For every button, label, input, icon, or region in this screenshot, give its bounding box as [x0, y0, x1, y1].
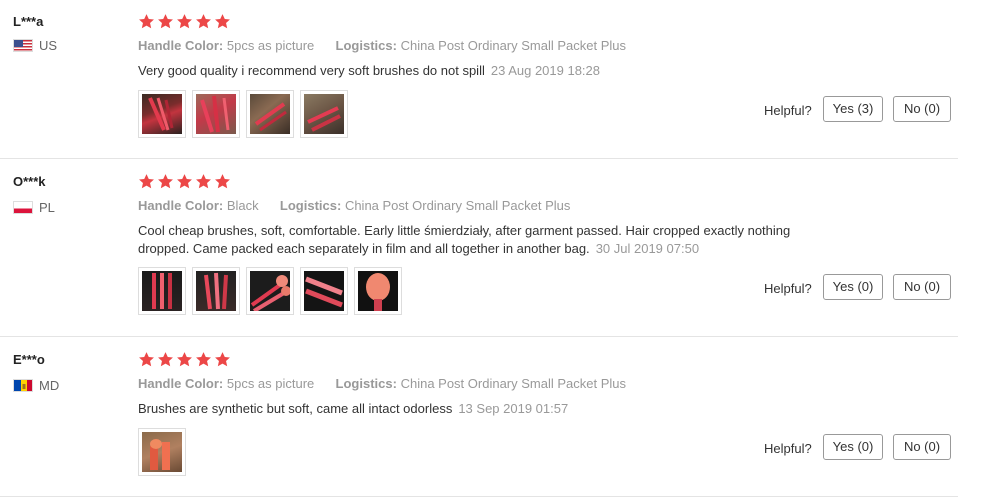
logistics-label: Logistics: [335, 38, 397, 53]
star-icon [177, 14, 192, 29]
review-photo[interactable] [300, 267, 348, 315]
star-icon [215, 14, 230, 29]
star-icon [196, 174, 211, 189]
handle-color-value: Black [226, 198, 259, 213]
star-rating [138, 13, 231, 30]
review-text: Very good quality i recommend very soft … [138, 62, 838, 80]
reviewer-country: US [13, 38, 57, 53]
review-photo[interactable] [300, 90, 348, 138]
md-flag-icon [13, 379, 33, 392]
order-attributes: Handle Color: Black Logistics: China Pos… [138, 198, 570, 213]
star-icon [177, 352, 192, 367]
handle-color-value: 5pcs as picture [226, 376, 315, 391]
country-code: PL [39, 200, 55, 215]
review-photo[interactable] [192, 90, 240, 138]
reviewer-name: E***o [13, 352, 45, 367]
review-date: 23 Aug 2019 18:28 [490, 63, 601, 78]
star-rating [138, 351, 231, 368]
review-photo[interactable] [246, 90, 294, 138]
helpful-label: Helpful? [764, 441, 812, 456]
logistics-value: China Post Ordinary Small Packet Plus [344, 198, 571, 213]
logistics-label: Logistics: [335, 376, 397, 391]
star-icon [215, 174, 230, 189]
star-rating [138, 173, 231, 190]
review-date: 30 Jul 2019 07:50 [595, 241, 700, 256]
photo-list [138, 428, 186, 476]
reviewer-name: O***k [13, 174, 46, 189]
review-photo[interactable] [246, 267, 294, 315]
star-icon [158, 174, 173, 189]
helpful-no-button[interactable]: No (0) [893, 274, 951, 300]
review-body: Very good quality i recommend very soft … [138, 63, 485, 78]
review-divider [0, 336, 958, 337]
star-icon [215, 352, 230, 367]
star-icon [139, 174, 154, 189]
review-photo[interactable] [138, 90, 186, 138]
helpful-no-button[interactable]: No (0) [893, 96, 951, 122]
star-icon [158, 352, 173, 367]
reviewer-name: L***a [13, 14, 44, 29]
photo-list [138, 90, 348, 138]
helpful-yes-button[interactable]: Yes (0) [823, 274, 883, 300]
logistics-value: China Post Ordinary Small Packet Plus [400, 38, 627, 53]
review-divider [0, 158, 958, 159]
star-icon [196, 14, 211, 29]
star-icon [177, 174, 192, 189]
helpful-label: Helpful? [764, 281, 812, 296]
helpful-yes-button[interactable]: Yes (0) [823, 434, 883, 460]
star-icon [196, 352, 211, 367]
order-attributes: Handle Color: 5pcs as picture Logistics:… [138, 38, 626, 53]
country-code: MD [39, 378, 60, 393]
handle-color-label: Handle Color: [138, 376, 224, 391]
star-icon [158, 14, 173, 29]
logistics-value: China Post Ordinary Small Packet Plus [400, 376, 627, 391]
order-attributes: Handle Color: 5pcs as picture Logistics:… [138, 376, 626, 391]
pl-flag-icon [13, 201, 33, 214]
review-date: 13 Sep 2019 01:57 [458, 401, 569, 416]
helpful-label: Helpful? [764, 103, 812, 118]
review-text: Cool cheap brushes, soft, comfortable. E… [138, 222, 838, 258]
reviewer-country: MD [13, 378, 59, 393]
handle-color-label: Handle Color: [138, 38, 224, 53]
review-photo[interactable] [138, 267, 186, 315]
review-body: Brushes are synthetic but soft, came all… [138, 401, 453, 416]
country-code: US [39, 38, 58, 53]
photo-list [138, 267, 402, 315]
review-photo[interactable] [192, 267, 240, 315]
review-photo[interactable] [354, 267, 402, 315]
logistics-label: Logistics: [279, 198, 342, 213]
reviewer-country: PL [13, 200, 55, 215]
helpful-yes-button[interactable]: Yes (3) [823, 96, 883, 122]
helpful-no-button[interactable]: No (0) [893, 434, 951, 460]
handle-color-label: Handle Color: [138, 198, 224, 213]
review-photo[interactable] [138, 428, 186, 476]
review-divider [0, 496, 958, 497]
us-flag-icon [13, 39, 33, 52]
star-icon [139, 352, 154, 367]
handle-color-value: 5pcs as picture [226, 38, 315, 53]
review-text: Brushes are synthetic but soft, came all… [138, 400, 838, 418]
star-icon [139, 14, 154, 29]
